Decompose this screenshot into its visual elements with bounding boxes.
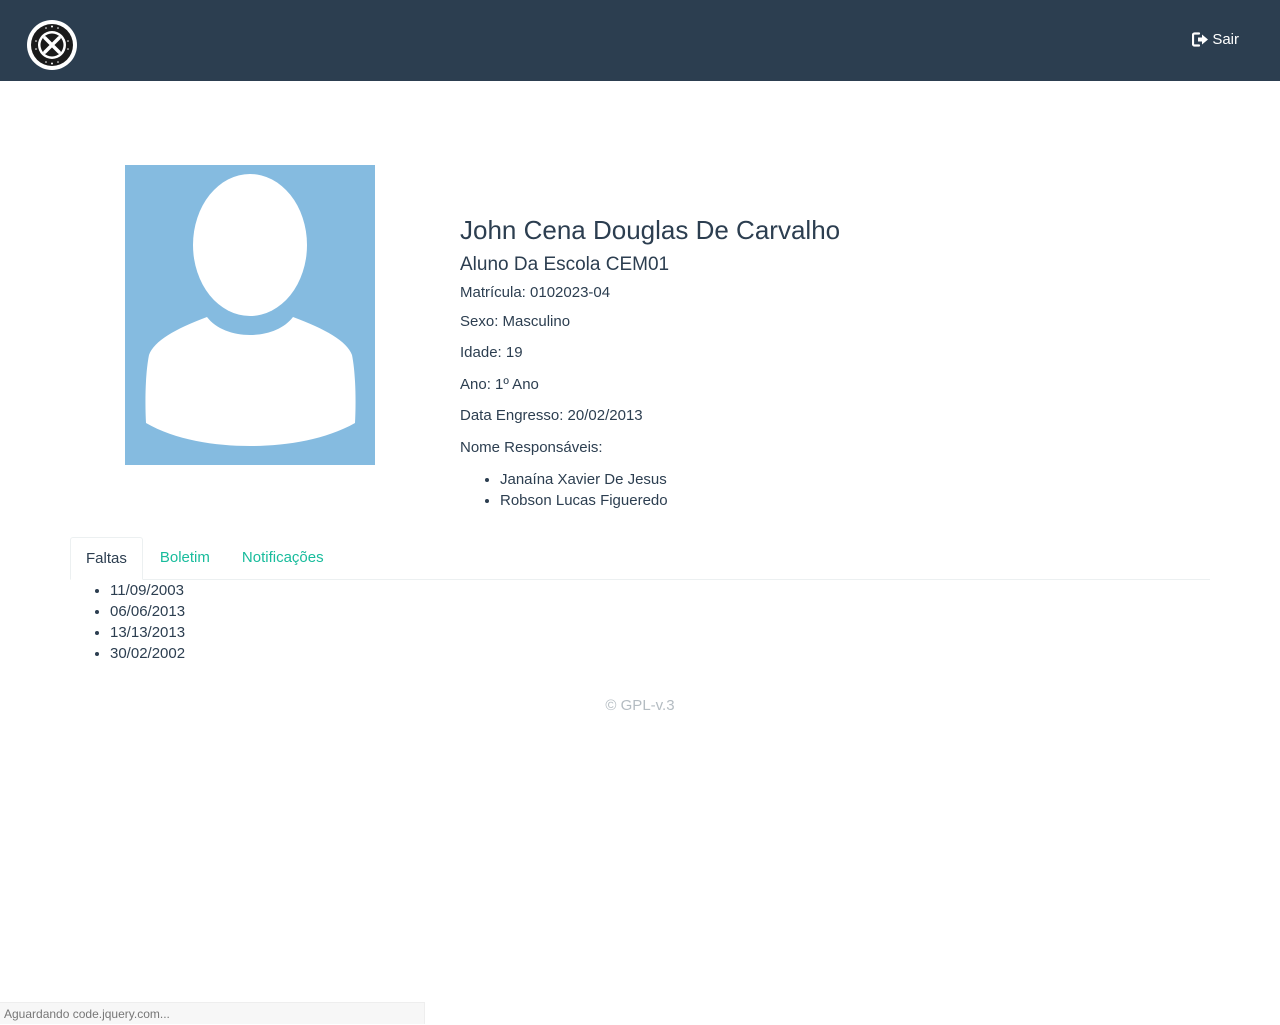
footer-copyright: © GPL-v.3 xyxy=(605,697,675,714)
top-navbar: Sair xyxy=(0,0,1280,81)
guardian-item: Janaína Xavier De Jesus xyxy=(500,469,668,490)
logout-label: Sair xyxy=(1212,31,1239,48)
guardian-item: Robson Lucas Figueredo xyxy=(500,490,668,511)
absence-date: 06/06/2013 xyxy=(110,601,185,622)
student-age: Idade: 19 xyxy=(460,344,523,361)
logout-button[interactable]: Sair xyxy=(1192,31,1239,48)
school-logo[interactable] xyxy=(26,19,78,71)
student-avatar xyxy=(125,165,375,465)
profile-tabs: Faltas Boletim Notificações xyxy=(70,537,1210,580)
tab-boletim[interactable]: Boletim xyxy=(145,537,225,579)
enrollment-date: Data Engresso: 20/02/2013 xyxy=(460,407,643,424)
guardians-list: Janaína Xavier De Jesus Robson Lucas Fig… xyxy=(460,469,668,511)
school-year: Ano: 1º Ano xyxy=(460,376,539,393)
browser-status-bar: Aguardando code.jquery.com... xyxy=(0,1002,425,1024)
tab-notificacoes[interactable]: Notificações xyxy=(227,537,339,579)
sign-out-icon xyxy=(1192,32,1209,47)
absence-date: 13/13/2013 xyxy=(110,622,185,643)
tab-faltas[interactable]: Faltas xyxy=(70,537,143,580)
guardians-label: Nome Responsáveis: xyxy=(460,439,603,456)
absence-date: 11/09/2003 xyxy=(110,580,185,601)
absences-list: 11/09/2003 06/06/2013 13/13/2013 30/02/2… xyxy=(70,580,185,664)
student-school: Aluno Da Escola CEM01 xyxy=(460,254,670,275)
student-profile: John Cena Douglas De Carvalho Aluno Da E… xyxy=(460,212,1160,509)
user-silhouette-icon xyxy=(145,174,356,446)
student-sex: Sexo: Masculino xyxy=(460,313,571,330)
school-crest-logo-icon xyxy=(27,20,77,70)
registration-number: Matrícula: 0102023-04 xyxy=(460,284,611,301)
student-name: John Cena Douglas De Carvalho xyxy=(460,215,841,245)
absence-date: 30/02/2002 xyxy=(110,643,185,664)
